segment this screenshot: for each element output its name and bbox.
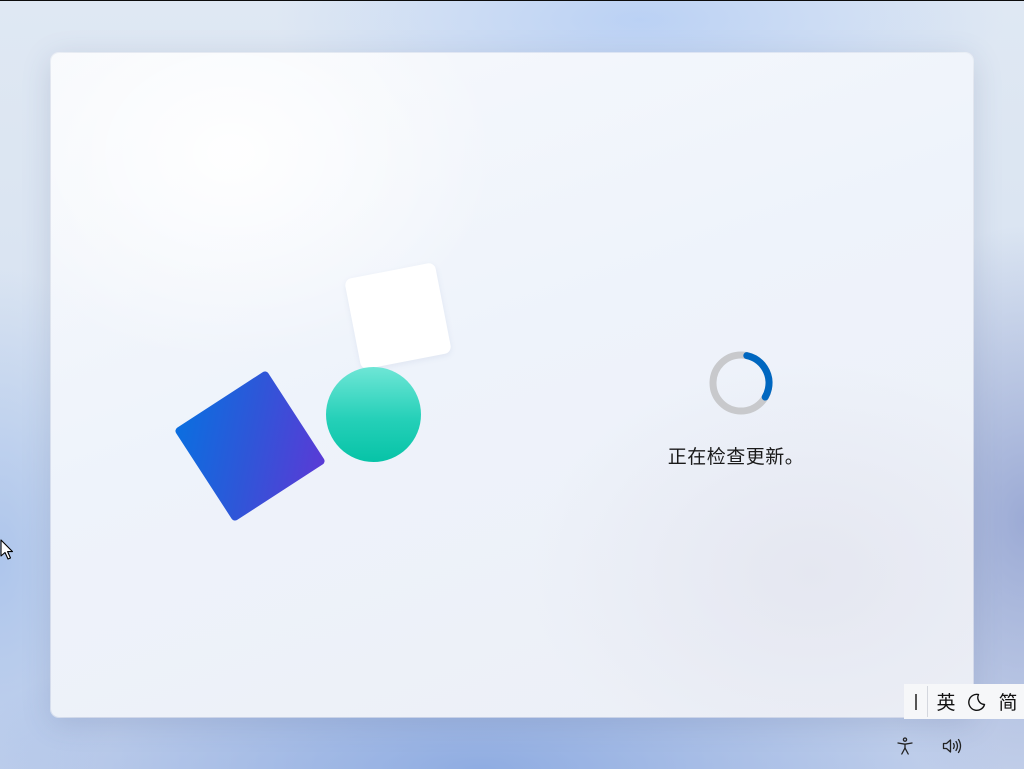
decorative-teal-circle	[326, 367, 421, 462]
decorative-blue-square	[173, 369, 327, 523]
decorative-white-square	[344, 262, 452, 370]
volume-icon[interactable]	[941, 735, 963, 757]
ime-divider	[927, 686, 928, 717]
ime-language-toggle[interactable]: 英	[934, 688, 958, 715]
mouse-pointer-icon	[0, 539, 14, 560]
ime-drag-handle[interactable]	[915, 693, 917, 710]
ime-simplified-toggle[interactable]: 简	[996, 688, 1020, 715]
moon-icon[interactable]	[966, 691, 988, 713]
setup-card	[51, 53, 973, 717]
loading-spinner	[709, 351, 773, 415]
accessibility-icon[interactable]	[894, 735, 916, 757]
top-border	[0, 0, 1024, 1]
ime-toolbar: 英 简	[904, 684, 1024, 719]
update-status-text: 正在检查更新。	[667, 446, 805, 468]
